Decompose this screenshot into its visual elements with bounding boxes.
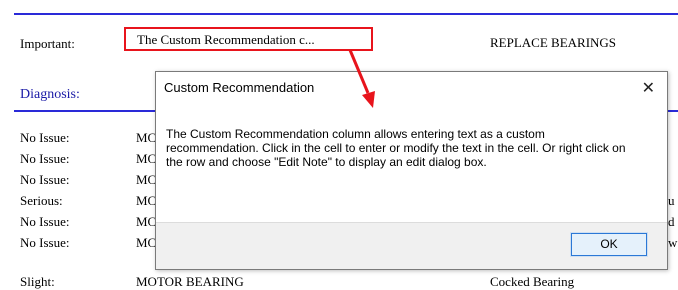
- row-status: No Issue:: [20, 151, 70, 166]
- custom-recommendation-cell[interactable]: The Custom Recommendation c...: [124, 27, 373, 51]
- row-component: MC: [136, 172, 157, 187]
- row-component: MC: [136, 193, 157, 208]
- dialog-footer: OK: [156, 222, 667, 269]
- dialog-title: Custom Recommendation: [164, 80, 315, 95]
- row-component: MC: [136, 235, 157, 250]
- row-component: MC: [136, 130, 157, 145]
- diagnosis-label: Diagnosis:: [20, 87, 80, 102]
- row-diagnosis: u: [668, 193, 675, 208]
- dialog-message: The Custom Recommendation column allows …: [166, 127, 626, 169]
- row-component: MC: [136, 214, 157, 229]
- row-status: No Issue:: [20, 130, 70, 145]
- row-status: No Issue:: [20, 235, 70, 250]
- row-status: Slight:: [20, 274, 55, 289]
- row-diagnosis: d: [668, 214, 675, 229]
- row-component: MC: [136, 151, 157, 166]
- ok-button[interactable]: OK: [570, 232, 648, 257]
- close-icon[interactable]: ✕: [642, 78, 655, 98]
- recommendation-value: REPLACE BEARINGS: [490, 35, 617, 50]
- row-status: Serious:: [20, 193, 63, 208]
- top-divider: [14, 13, 678, 15]
- important-label: Important:: [20, 36, 75, 51]
- custom-recommendation-dialog: Custom Recommendation ✕ The Custom Recom…: [155, 71, 668, 270]
- row-diagnosis: w: [668, 235, 678, 250]
- row-status: No Issue:: [20, 214, 70, 229]
- row-diagnosis: Cocked Bearing: [490, 274, 575, 289]
- row-component: MOTOR BEARING: [136, 274, 244, 289]
- row-status: No Issue:: [20, 172, 70, 187]
